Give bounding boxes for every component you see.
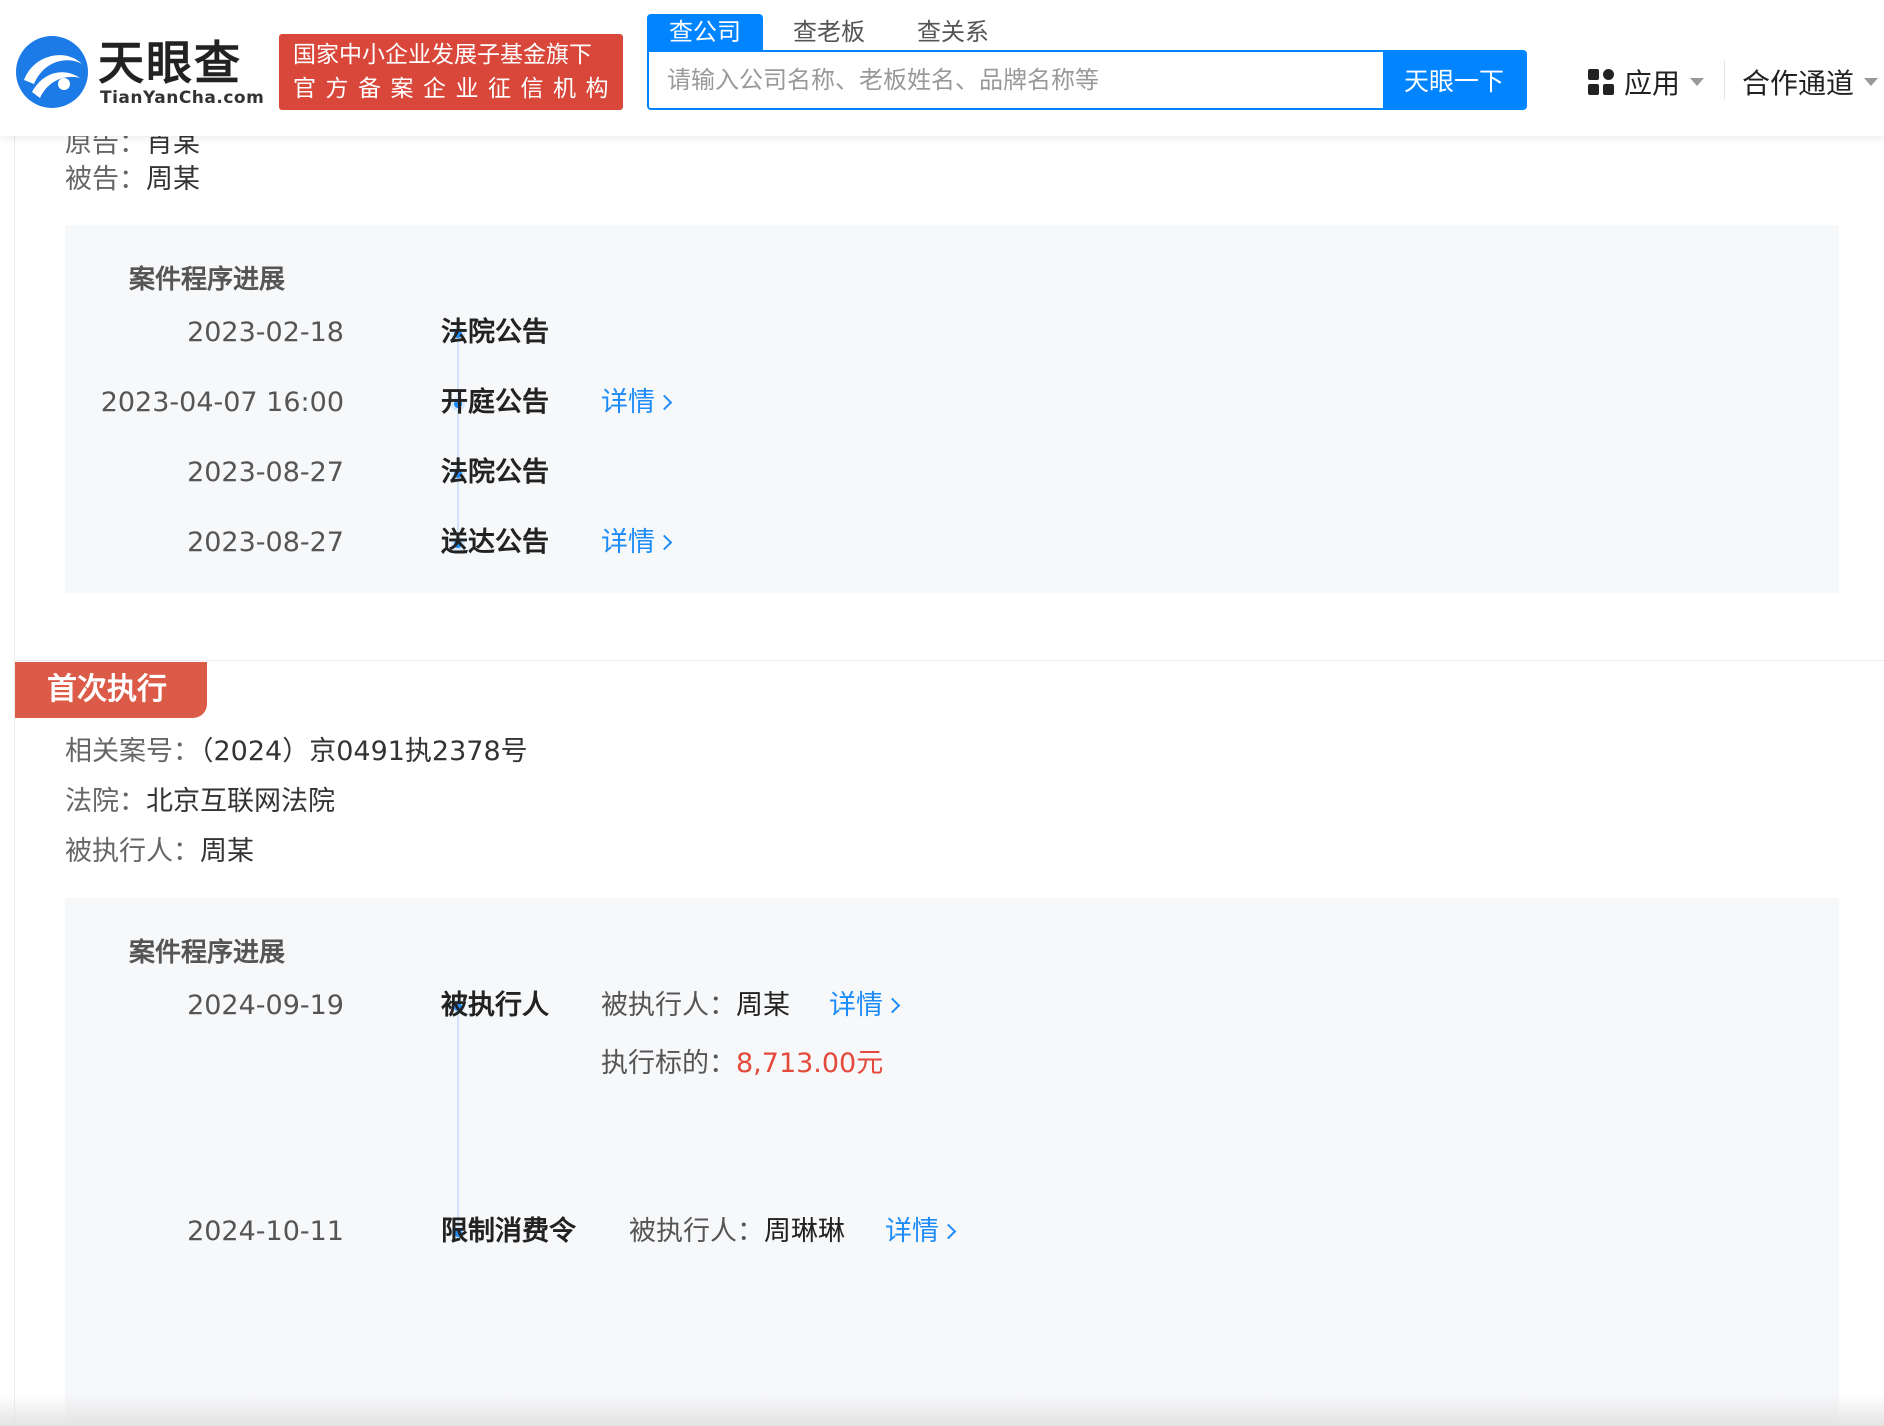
tab-search-boss[interactable]: 查老板 [771,14,887,50]
case-number-field: 相关案号：（2024）京0491执2378号 [65,732,528,772]
case-progress-panel-1: 案件程序进展 2023-02-18 法院公告 2023-04-07 16:00 … [65,225,1839,593]
court-label: 法院： [65,786,146,817]
search-box: 天眼一下 [647,50,1527,110]
section-tag-first-execution: 首次执行 [15,662,207,718]
section-divider [15,660,1884,661]
top-header: 天眼查 TianYanCha.com 国家中小企业发展子基金旗下 官方备案企业征… [0,0,1884,136]
amount-label: 执行标的： [601,1048,736,1079]
search-input[interactable] [649,52,1383,108]
credit-agency-badge: 国家中小企业发展子基金旗下 官方备案企业征信机构 [279,34,623,110]
search-button[interactable]: 天眼一下 [1383,52,1525,108]
nav-apps-menu[interactable]: 应用 [1588,62,1705,102]
badge-line-2: 官方备案企业征信机构 [293,76,618,102]
timeline-item: 2024-09-19 被执行人 被执行人：周某 详情 [65,986,1839,1026]
chevron-down-icon [1690,78,1705,86]
timeline-item-extra: 执行标的：8,713.00元 [65,1044,1839,1084]
detail-link[interactable]: 详情 [601,523,673,563]
nav-apps-label: 应用 [1624,67,1681,100]
timeline-item: 2023-02-18 法院公告 [65,313,1839,353]
timeline-item: 2024-10-11 限制消费令 被执行人：周琳琳 详情 [65,1212,1839,1252]
executee-label: 被执行人： [65,836,200,867]
timeline-date: 2023-04-07 16:00 [100,387,344,418]
timeline-type: 开庭公告 [441,387,549,418]
case-number-value: （2024）京0491执2378号 [200,736,528,767]
nav-coop-label: 合作通道 [1742,67,1855,100]
timeline-type: 法院公告 [441,317,549,348]
timeline-item: 2023-04-07 16:00 开庭公告 详情 [65,383,1839,423]
court-field: 法院：北京互联网法院 [65,782,335,822]
timeline-date: 2023-02-18 [187,317,344,348]
execution-amount: 执行标的：8,713.00元 [601,1044,883,1084]
case-number-label: 相关案号： [65,736,200,767]
chevron-right-icon [656,534,673,551]
tab-search-relation[interactable]: 查关系 [895,14,1011,50]
chevron-down-icon [1864,78,1879,86]
defendant-value: 周某 [146,164,200,195]
progress-title: 案件程序进展 [129,265,286,295]
detail-link-label: 详情 [601,527,655,558]
detail-value: 周某 [736,990,790,1021]
timeline-date: 2023-08-27 [187,457,344,488]
chevron-right-icon [884,997,901,1014]
detail-link[interactable]: 详情 [829,986,901,1026]
timeline-date: 2024-09-19 [187,990,344,1021]
timeline-type: 法院公告 [441,457,549,488]
detail-link-label: 详情 [885,1216,939,1247]
executee-field: 被执行人：周某 [65,832,254,872]
detail-link-label: 详情 [829,990,883,1021]
search-tabs: 查公司 查老板 查关系 [647,14,1019,50]
timeline-detail: 被执行人：周琳琳 [629,1212,845,1252]
progress-title: 案件程序进展 [129,938,286,968]
executee-value: 周某 [200,836,254,867]
defendant-field: 被告：周某 [65,160,200,200]
detail-link-label: 详情 [601,387,655,418]
case-content: 原告：肖某 被告：周某 案件程序进展 2023-02-18 法院公告 2023-… [14,128,1884,1426]
timeline-date: 2023-08-27 [187,527,344,558]
apps-grid-icon [1588,69,1614,95]
detail-link[interactable]: 详情 [885,1212,957,1252]
timeline-detail: 被执行人：周某 [601,986,790,1026]
tab-search-company[interactable]: 查公司 [647,14,763,50]
amount-value: 8,713.00元 [736,1048,884,1079]
nav-divider [1724,60,1725,100]
detail-label: 被执行人： [601,990,736,1021]
site-logo[interactable]: 天眼查 TianYanCha.com [14,34,264,110]
detail-label: 被执行人： [629,1216,764,1247]
timeline-line [457,337,459,549]
timeline-type: 被执行人 [441,990,549,1021]
logo-text-en: TianYanCha.com [100,88,265,108]
timeline-type: 限制消费令 [441,1216,576,1247]
chevron-right-icon [656,394,673,411]
timeline-item: 2023-08-27 法院公告 [65,453,1839,493]
bottom-fade [0,1394,1884,1426]
badge-line-1: 国家中小企业发展子基金旗下 [293,42,592,68]
tianyancha-logo-icon [16,36,88,108]
logo-text-cn: 天眼查 [98,36,242,90]
timeline-item: 2023-08-27 送达公告 详情 [65,523,1839,563]
nav-cooperation-menu[interactable]: 合作通道 [1742,62,1879,102]
defendant-label: 被告： [65,164,146,195]
case-progress-panel-2: 案件程序进展 2024-09-19 被执行人 被执行人：周某 详情 执行标的：8… [65,898,1839,1426]
court-value: 北京互联网法院 [146,786,335,817]
timeline-type: 送达公告 [441,527,549,558]
detail-link[interactable]: 详情 [601,383,673,423]
timeline-date: 2024-10-11 [187,1216,344,1247]
detail-value: 周琳琳 [764,1216,845,1247]
chevron-right-icon [940,1223,957,1240]
